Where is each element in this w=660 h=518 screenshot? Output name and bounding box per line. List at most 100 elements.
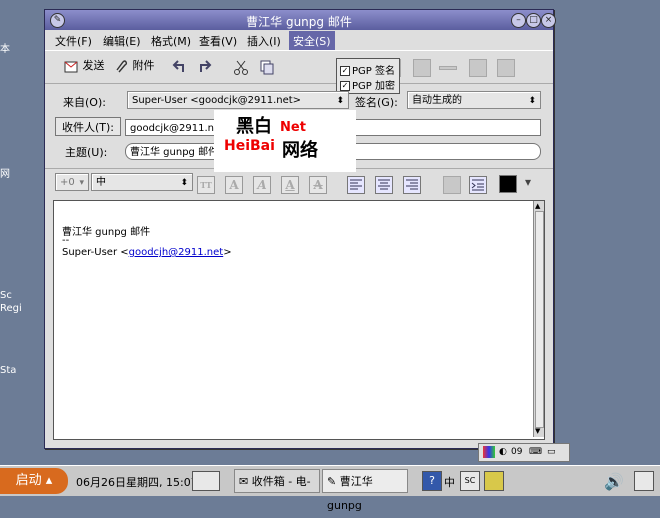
align-left-icon[interactable] [347,176,365,194]
menu-insert[interactable]: 插入(I) [247,33,281,49]
help-icon[interactable]: ? [422,471,442,491]
taskbar: 启动 ▴ 06月26日星期四, 15:07 ✉ 收件箱 - 电- ✎ 曹江华 g… [0,465,660,512]
keyboard-icon[interactable]: ⌨ [529,444,542,461]
signature-name: Super-User < [62,247,129,258]
outdent-icon [443,176,461,194]
start-label: 启动 [15,473,42,488]
send-button[interactable]: 发送 [63,57,105,74]
close-icon[interactable]: × [541,13,556,28]
updown-arrow-icon: ⬍ [180,178,188,188]
watermark-logo: 黑白 Net HeiBai 网络 [214,110,356,172]
task-inbox-label: 收件箱 - 电- [251,475,311,488]
desktop-switch-icon[interactable] [634,471,654,491]
bold-icon[interactable]: A [225,176,243,194]
redo-icon[interactable] [197,59,213,75]
to-button[interactable]: 收件人(T): [55,117,121,136]
compose-window: ✎ 曹江华 gunpg 邮件 – □ × 文件(F) 编辑(E) 格式(M) 查… [44,9,556,449]
paragraph-style-select[interactable]: 中 ⬍ [91,173,193,191]
attach-label: 附件 [132,59,155,72]
underline-icon[interactable]: A [281,176,299,194]
desktop-label-3: Sc [0,290,12,301]
toolbar-disabled-icon-3 [413,59,431,77]
menu-file[interactable]: 文件(F) [55,33,92,49]
task-compose[interactable]: ✎ 曹江华 gunpg [322,469,408,512]
scroll-down-icon[interactable]: ▼ [535,427,540,435]
task-compose-label: 曹江华 gunpg [327,475,373,512]
undo-icon[interactable] [171,59,187,75]
pgp-sign-label: PGP 签名 [352,66,395,77]
send-icon [64,61,78,73]
pgp-encrypt-checkbox[interactable]: ✓ [340,81,350,91]
screen-icon[interactable]: ▭ [547,444,556,461]
copy-icon[interactable] [259,59,275,75]
watermark-heibai: HeiBai [224,138,275,154]
pgp-encrypt-label: PGP 加密 [352,81,395,92]
pgp-encrypt-item[interactable]: ✓ PGP 加密 [340,77,395,92]
scroll-thumb[interactable] [535,211,544,428]
italic-icon[interactable]: A [253,176,271,194]
strikethrough-icon[interactable]: A [309,176,327,194]
minimize-icon[interactable]: – [511,13,526,28]
font-size-select[interactable]: +0 ▾ [55,173,89,191]
moon-icon: ◐ [499,447,507,457]
body-signature-line: Super-User <goodcjh@2911.net> [62,247,232,258]
speaker-icon[interactable]: 🔊 [604,472,624,491]
pgp-sign-item[interactable]: ✓ PGP 签名 [340,62,395,77]
signature-email-link[interactable]: goodcjh@2911.net [129,247,224,258]
desktop-label-1: 本 [0,44,10,55]
indent-icon[interactable] [469,176,487,194]
signature-select[interactable]: 自动生成的 ⬍ [407,91,541,109]
body-line-1: 曹江华 gunpg 邮件 [62,227,151,238]
menu-edit[interactable]: 编辑(E) [103,33,141,49]
toolbar-table-icon [469,59,487,77]
message-body-editor[interactable]: 曹江华 gunpg 邮件 -- Super-User <goodcjh@2911… [53,200,545,440]
paragraph-style-value: 中 [96,177,106,188]
menu-format[interactable]: 格式(M) [151,33,191,49]
menu-view[interactable]: 查看(V) [199,33,237,49]
format-toolbar: +0 ▾ 中 ⬍ TT A A A A ▾ [45,168,553,199]
pgp-sign-checkbox[interactable]: ✓ [340,66,350,76]
watermark-cn-1: 黑白 [236,116,272,137]
ime-sc[interactable]: SC [460,471,480,491]
color-icon[interactable] [483,446,495,458]
signature-value: 自动生成的 [412,95,462,106]
watermark-net: Net [280,120,306,135]
paperclip-icon [116,60,128,73]
cut-icon[interactable] [233,59,249,75]
toolbar: 发送 附件 [45,50,553,84]
title-bar[interactable]: ✎ 曹江华 gunpg 邮件 – □ × [45,10,556,30]
attach-button[interactable]: 附件 [113,57,155,74]
ime-indicator[interactable]: 中 [444,474,455,490]
send-label: 发送 [82,59,105,72]
desktop-label-3b: Regi [0,303,22,314]
menu-bar: 文件(F) 编辑(E) 格式(M) 查看(V) 插入(I) 安全(S) [45,30,553,51]
task-inbox[interactable]: ✉ 收件箱 - 电- [234,469,320,493]
applet-strip: ◐ 09 ⌨ ▭ [478,443,570,462]
from-label: 来自(O): [63,96,106,109]
chevron-down-icon[interactable]: ▾ [525,175,531,189]
signature-label: 签名(G): [355,96,398,109]
watermark-cn-2: 网络 [282,140,318,161]
start-button[interactable]: 启动 ▴ [0,468,68,494]
typewriter-icon[interactable]: TT [197,176,215,194]
align-center-icon[interactable] [375,176,393,194]
window-title: 曹江华 gunpg 邮件 [246,15,352,29]
from-select[interactable]: Super-User <goodcjk@2911.net> ⬍ [127,91,349,109]
show-desktop-icon[interactable] [192,471,220,491]
menu-security[interactable]: 安全(S) [289,31,335,51]
signature-suffix: > [223,247,232,258]
toolbar-rule-icon [439,66,457,70]
toolbar-disabled-icon-4 [497,59,515,77]
notes-icon[interactable] [484,471,504,491]
clock: 06月26日星期四, 15:07 [76,476,198,489]
security-dropdown: ✓ PGP 签名 ✓ PGP 加密 [336,58,400,94]
body-line-2: -- [62,235,70,246]
from-value: Super-User <goodcjk@2911.net> [132,95,302,106]
desktop-label-4: Sta [0,365,17,376]
subject-label: 主题(U): [65,146,108,159]
scroll-up-icon[interactable]: ▲ [535,202,540,210]
align-right-icon[interactable] [403,176,421,194]
maximize-icon[interactable]: □ [526,13,541,28]
editor-scrollbar[interactable]: ▲ ▼ [533,201,544,437]
text-color-swatch[interactable] [499,175,517,193]
